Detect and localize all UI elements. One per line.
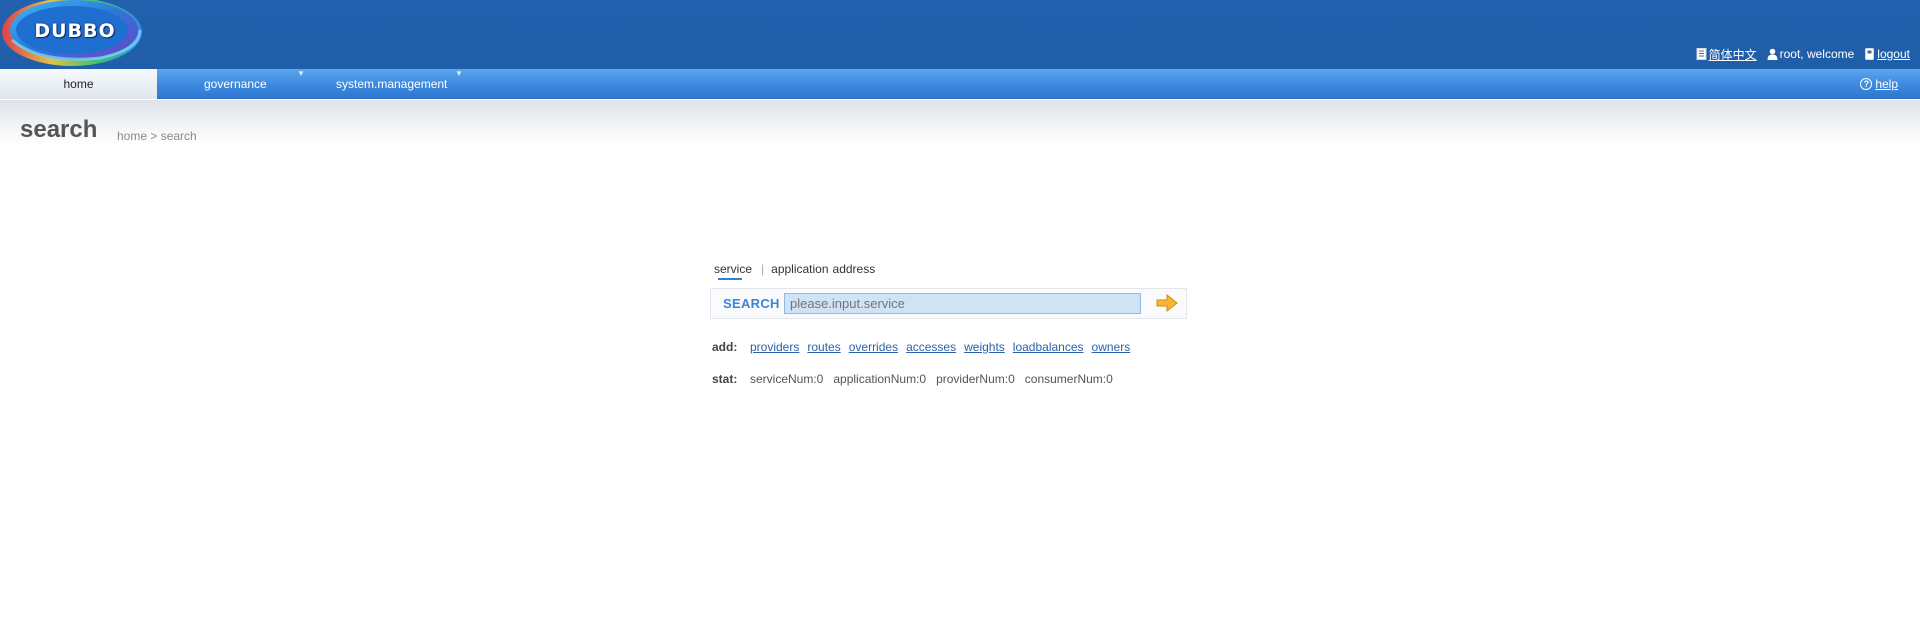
search-label: SEARCH	[723, 296, 780, 311]
search-box: SEARCH	[710, 288, 1187, 319]
user-info: root, welcome	[1767, 47, 1855, 61]
nav-item-home[interactable]: home	[0, 69, 157, 99]
main-nav: home governance ▼ system.management ▼ ? …	[0, 69, 1920, 99]
logout-link[interactable]: logout	[1877, 47, 1910, 61]
chevron-down-icon[interactable]: ▼	[455, 69, 463, 78]
user-icon	[1767, 48, 1778, 60]
language-link[interactable]: 简体中文	[1709, 46, 1757, 63]
nav-item-system-management[interactable]: system.management	[336, 69, 447, 99]
arrow-right-icon[interactable]	[1156, 294, 1178, 312]
add-accesses-link[interactable]: accesses	[906, 340, 956, 354]
add-loadbalances-link[interactable]: loadbalances	[1013, 340, 1084, 354]
add-label: add:	[712, 340, 738, 354]
stat-provider-num: providerNum:0	[936, 372, 1015, 386]
chevron-down-icon[interactable]: ▼	[297, 69, 305, 78]
tab-application[interactable]: application	[771, 262, 828, 276]
add-routes-link[interactable]: routes	[807, 340, 840, 354]
add-weights-link[interactable]: weights	[964, 340, 1005, 354]
tab-address[interactable]: address	[833, 262, 876, 276]
search-input[interactable]	[784, 293, 1141, 314]
tab-separator: |	[761, 262, 765, 276]
stat-consumer-num: consumerNum:0	[1024, 372, 1113, 386]
logout-control[interactable]: logout	[1864, 47, 1910, 61]
dubbo-logo[interactable]: DUBBO	[0, 0, 146, 68]
add-owners-link[interactable]: owners	[1092, 340, 1131, 354]
logo-text: DUBBO	[34, 20, 116, 42]
header-user-area: 简体中文 root, welcome logout	[1696, 45, 1910, 63]
stat-row: stat: serviceNum:0 applicationNum:0 prov…	[712, 372, 1123, 386]
stat-label: stat:	[712, 372, 738, 386]
search-tabs: service | application address	[714, 262, 875, 284]
welcome-text: root, welcome	[1779, 47, 1855, 61]
add-providers-link[interactable]: providers	[750, 340, 799, 354]
add-overrides-link[interactable]: overrides	[849, 340, 898, 354]
help-icon: ?	[1860, 78, 1873, 90]
breadcrumb: home > search	[117, 129, 197, 143]
logout-icon	[1865, 48, 1875, 60]
document-icon	[1696, 48, 1707, 60]
stat-application-num: applicationNum:0	[833, 372, 927, 386]
header: DUBBO 简体中文 root, welcome logout	[0, 0, 1920, 69]
help-control[interactable]: ? help	[1860, 69, 1898, 99]
add-row: add: providers routes overrides accesses…	[712, 340, 1138, 354]
search-panel: service | application address SEARCH add…	[710, 260, 1190, 400]
page-title: search	[20, 116, 98, 143]
page-header: search home > search	[0, 100, 1920, 146]
tab-service[interactable]: service	[714, 262, 752, 280]
stat-service-num: serviceNum:0	[750, 372, 824, 386]
language-switch[interactable]: 简体中文	[1696, 46, 1757, 63]
nav-item-governance[interactable]: governance	[204, 69, 267, 99]
help-link[interactable]: help	[1875, 69, 1898, 99]
